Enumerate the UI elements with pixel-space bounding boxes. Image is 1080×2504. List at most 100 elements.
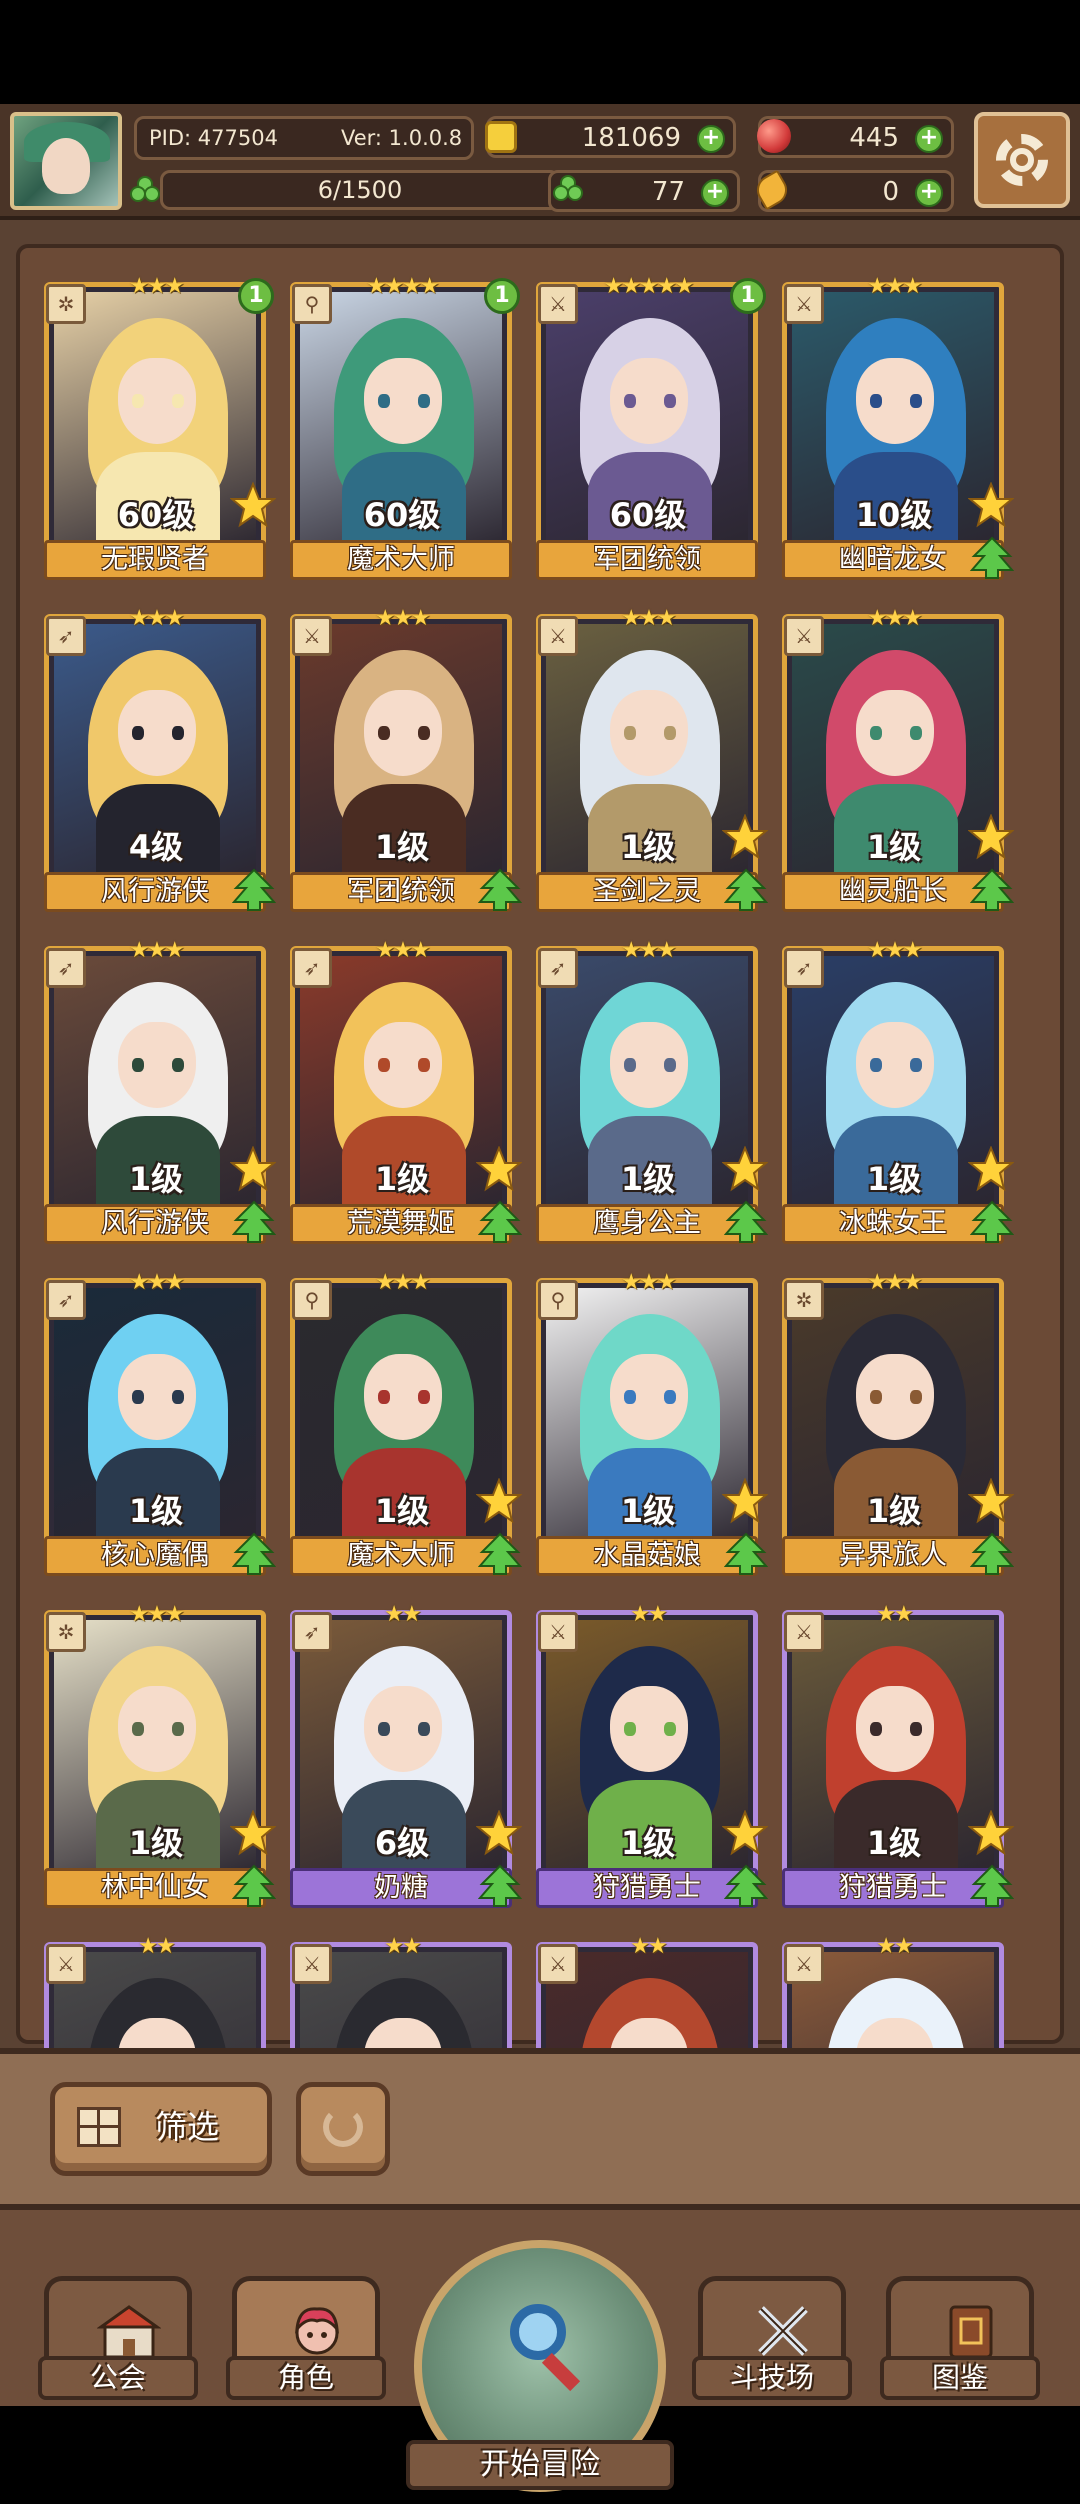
hero-card[interactable]: ➶ ★★★ 4级 风行游侠 [44,606,277,916]
hero-grid[interactable]: ✲ ★★★ 1 60级 无瑕贤者 ⚲ ★★★★ 1 60级 魔术大师 ⚔ ★★★★★ 1 60级 军团统领 ⚔… [44,272,1058,2067]
level-up-arrow-icon [723,1200,769,1244]
hero-card[interactable]: ➶ ★★★ 1级 核心魔偶 [44,1270,277,1580]
app-root: PID: 477504 Ver: 1.0.0.8 181069 + 445 + … [0,104,1080,2492]
nav-arena[interactable]: 斗技场 [692,2276,852,2406]
crossed-swords-icon [758,2306,808,2356]
add-gold-button[interactable]: + [697,125,725,153]
gem-icon [757,119,791,153]
hero-card[interactable]: ➶ ★★ 6级 奶糖 [290,1602,523,1912]
clover-value: 77 [651,177,685,207]
feather-counter: 0 + [751,169,954,212]
hero-card[interactable]: ⚔ ★★★ 10级 幽暗龙女 [782,274,1015,584]
player-info: PID: 477504 Ver: 1.0.0.8 [134,116,474,160]
gold-counter: 181069 + [485,116,736,158]
level-up-arrow-icon [477,868,523,912]
nav-codex-label: 图鉴 [880,2356,1040,2400]
adventure-label: 开始冒险 [406,2440,674,2490]
clover-icon [130,176,160,206]
star-upgrade-icon [475,1477,523,1524]
hero-card[interactable]: ➶ ★★★ 1级 冰蛛女王 [782,938,1015,1248]
hero-card[interactable]: ⚔ ★★★ 1级 圣剑之灵 [536,606,769,916]
filter-button[interactable]: 筛选 [50,2082,272,2176]
star-rating: ★★★ [129,1270,184,1295]
star-upgrade-icon [721,1477,769,1524]
hero-level: 60级 [609,496,687,534]
start-adventure-button[interactable]: 开始冒险 [406,2240,674,2504]
hero-card[interactable]: ✲ ★★★ 1 60级 无瑕贤者 [44,274,277,584]
hero-card[interactable]: ⚲ ★★★★ 1 60级 魔术大师 [290,274,520,584]
gear-icon-center [1010,148,1034,172]
hero-card[interactable]: ⚔ ★★★★★ 1 60级 军团统领 [536,274,766,584]
nav-character[interactable]: 角色 [226,2276,386,2406]
star-rating: ★★ [138,1934,175,1959]
hero-card[interactable]: ⚲ ★★★ 1级 魔术大师 [290,1270,523,1580]
hero-card[interactable]: ✲ ★★★ 1级 林中仙女 [44,1602,277,1912]
grid-icon [77,2107,121,2147]
filter-label: 筛选 [155,2108,220,2146]
star-rating: ★★★ [867,938,922,963]
level-up-arrow-icon [969,868,1015,912]
star-rating: ★★★ [129,938,184,963]
level-up-arrow-icon [969,536,1015,580]
hero-card[interactable]: ✲ ★★★ 1级 异界旅人 [782,1270,1015,1580]
star-upgrade-icon [721,1809,769,1856]
level-up-arrow-icon [969,1200,1015,1244]
feather-icon [751,169,793,211]
player-avatar[interactable] [10,112,122,210]
exp-value: 6/1500 [317,176,403,204]
add-clover-button[interactable]: + [701,179,729,207]
settings-button[interactable] [974,112,1070,208]
star-rating: ★★★ [129,1602,184,1627]
nav-guild[interactable]: 公会 [38,2276,198,2406]
sort-button[interactable] [296,2082,390,2176]
nav-arena-label: 斗技场 [692,2356,852,2400]
level-up-arrow-icon [477,1864,523,1908]
clover-counter: 77 + [548,170,740,212]
star-upgrade-icon [967,813,1015,860]
star-upgrade-icon [967,1809,1015,1856]
level-up-arrow-icon [477,1200,523,1244]
star-rating: ★★★ [867,274,922,299]
star-rating: ★★★ [375,1270,430,1295]
star-rating: ★★★ [129,274,184,299]
hero-card[interactable]: ➶ ★★★ 1级 鹰身公主 [536,938,769,1248]
avatar-face [42,138,90,194]
hero-card[interactable]: ➶ ★★★ 1级 风行游侠 [44,938,277,1248]
top-header: PID: 477504 Ver: 1.0.0.8 181069 + 445 + … [0,104,1080,220]
level-up-arrow-icon [723,868,769,912]
star-rating: ★★ [876,1934,913,1959]
star-upgrade-icon [967,1477,1015,1524]
hero-level: 4级 [128,828,184,866]
level-up-arrow-icon [231,1532,277,1576]
hero-card[interactable]: ⚔ ★★ 1级 狩猎勇士 [782,1602,1015,1912]
coin-icon [485,121,517,153]
level-up-arrow-icon [477,1532,523,1576]
hero-card[interactable]: ⚔ ★★★ 1级 军团统领 [290,606,523,916]
hero-card[interactable]: ⚔ ★★★ 1级 幽灵船长 [782,606,1015,916]
star-rating: ★★★ [621,606,676,631]
star-rating: ★★★ [867,606,922,631]
status-bar [0,0,1080,104]
star-rating: ★★ [384,1934,421,1959]
hero-name: 魔术大师 [290,540,512,580]
book-icon [949,2305,993,2359]
nav-codex[interactable]: 图鉴 [880,2276,1040,2406]
star-rating: ★★★★ [366,274,440,299]
star-rating: ★★ [876,1602,913,1627]
hero-card[interactable]: ⚲ ★★★ 1级 水晶菇娘 [536,1270,769,1580]
pid-label: PID: 477504 [149,126,278,150]
hero-count-badge: 1 [730,278,766,314]
filter-bar: 筛选 [0,2048,1080,2210]
hero-card[interactable]: ➶ ★★★ 1级 荒漠舞姬 [290,938,523,1248]
star-rating: ★★★ [375,606,430,631]
hero-name: 无瑕贤者 [44,540,266,580]
hero-card[interactable]: ⚔ ★★ 1级 狩猎勇士 [536,1602,769,1912]
add-feather-button[interactable]: + [915,179,943,207]
star-rating: ★★★ [129,606,184,631]
exp-bar: 6/1500 [160,170,560,210]
star-upgrade-icon [721,1145,769,1192]
add-gem-button[interactable]: + [915,125,943,153]
feather-value: 0 [882,177,899,207]
gold-value: 181069 [581,123,681,153]
character-icon [295,2307,339,2355]
